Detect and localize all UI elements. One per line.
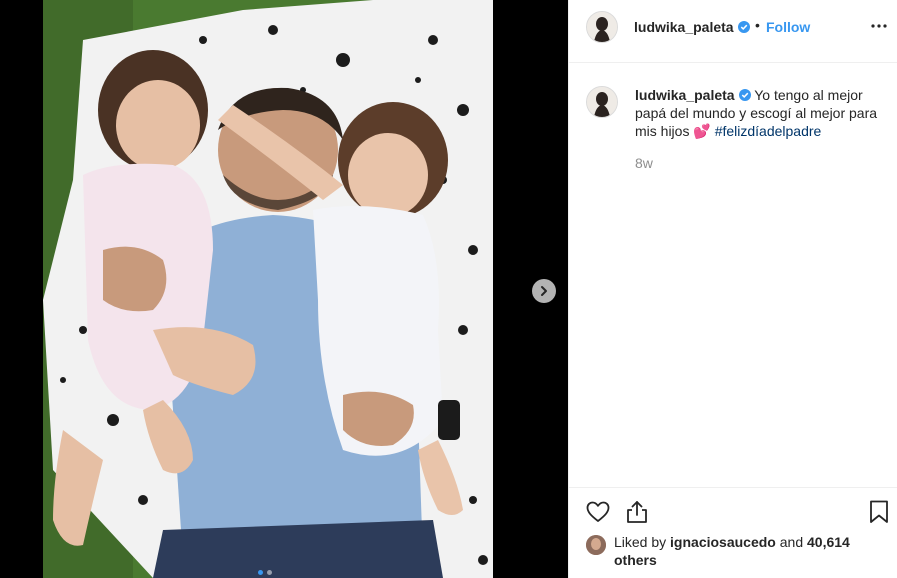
liked-by-prefix: Liked by	[614, 534, 667, 550]
follow-button[interactable]: Follow	[766, 19, 810, 35]
avatar-image	[587, 12, 617, 42]
chevron-right-icon	[541, 286, 547, 296]
bookmark-icon[interactable]	[866, 499, 892, 525]
likes-text: Liked by ignaciosaucedo and 40,614 other…	[614, 533, 884, 569]
post-actions: Liked by ignaciosaucedo and 40,614 other…	[569, 487, 897, 578]
avatar-image	[586, 535, 606, 555]
heart-emoji: 💕	[693, 123, 711, 139]
more-options-icon[interactable]	[870, 17, 888, 35]
liked-by-connector: and	[779, 534, 804, 550]
next-slide-button[interactable]	[532, 279, 556, 303]
post-header: ludwika_paleta • Follow	[569, 0, 897, 63]
author-avatar[interactable]	[586, 11, 618, 43]
author-username-link[interactable]: ludwika_paleta	[634, 19, 750, 35]
post-side-panel: ludwika_paleta • Follow ludwika_paleta Y…	[568, 0, 897, 578]
post-photo[interactable]	[43, 0, 493, 578]
instagram-post-modal: ludwika_paleta • Follow ludwika_paleta Y…	[0, 0, 897, 578]
caption-text-block: ludwika_paleta Yo tengo al mejor papá de…	[635, 86, 891, 140]
liker-avatar[interactable]	[586, 535, 606, 555]
verified-badge-icon	[737, 21, 750, 33]
caption-author-avatar[interactable]	[586, 86, 618, 118]
avatar-image	[587, 87, 617, 117]
carousel-dot	[267, 570, 272, 575]
share-icon[interactable]	[624, 499, 650, 525]
photo-illustration	[43, 0, 493, 578]
hashtag-link[interactable]: #felizdíadelpadre	[715, 123, 822, 139]
caption-username[interactable]: ludwika_paleta	[635, 87, 735, 103]
carousel-indicator	[258, 570, 272, 575]
media-area	[0, 0, 568, 578]
separator-bullet: •	[755, 17, 760, 33]
carousel-dot-active	[258, 570, 263, 575]
caption-username-text: ludwika_paleta	[635, 87, 735, 103]
verified-badge-icon	[738, 89, 751, 101]
author-username: ludwika_paleta	[634, 19, 734, 35]
heart-icon[interactable]	[585, 499, 611, 525]
post-timestamp[interactable]: 8w	[635, 155, 653, 171]
liker-username[interactable]: ignaciosaucedo	[670, 534, 776, 550]
